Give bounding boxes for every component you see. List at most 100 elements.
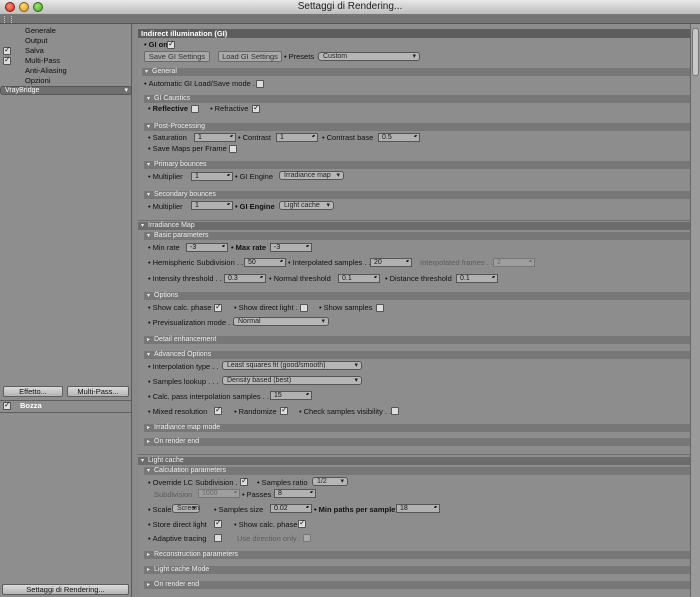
intensity-threshold-input[interactable]: 0.3 [224,274,266,283]
sidebar-item-generale[interactable]: Generale [0,26,132,36]
gi-on-checkbox[interactable] [167,39,175,49]
group-irradiance-map-mode[interactable]: Irradiance map mode [144,424,690,432]
show-direct-light-checkbox[interactable] [300,304,308,312]
min-rate-input[interactable]: -3 [186,243,228,252]
grip-handle-icon[interactable] [4,16,12,23]
reflective-checkbox[interactable] [191,105,199,113]
adaptive-tracing-checkbox[interactable] [214,534,222,542]
show-calc-phase-label: Show calc. phase [148,303,211,312]
sidebar-item-output[interactable]: Output [0,36,132,46]
check-samples-visibility-checkbox[interactable] [391,407,399,415]
save-gi-settings-button[interactable]: Save GI Settings [144,51,210,62]
preset-label: Bozza [20,401,42,410]
effect-button[interactable]: Effetto... [3,386,63,397]
previsualization-mode-select[interactable]: Normal [233,317,329,326]
interpolation-type-select[interactable]: Least squares fit (good/smooth) [222,361,362,370]
group-secondary-bounces[interactable]: Secondary bounces [144,191,690,199]
section-irradiance-map[interactable]: Irradiance Map [138,222,690,230]
group-reconstruction-parameters[interactable]: Reconstruction parameters [144,551,690,559]
primary-gi-engine-select[interactable]: Irradiance map [279,171,344,180]
sidebar-item-multi-pass[interactable]: Multi-Pass [0,55,132,66]
secondary-multiplier-input[interactable]: 1 [191,201,233,210]
vertical-scrollbar[interactable] [690,24,700,597]
presets-select[interactable]: Custom [318,52,420,61]
render-settings-button[interactable]: Settaggi di Rendering... [2,584,129,595]
min-paths-per-sample-input[interactable]: 18 [396,504,440,513]
reflective-label: Reflective [148,104,188,113]
sidebar-item-salva[interactable]: Salva [0,45,132,56]
sidebar-item-anti-aliasing[interactable]: Anti-Aliasing [0,66,132,76]
saturation-input[interactable]: 1 [194,133,236,142]
sidebar-item-label: Salva [25,46,44,55]
show-samples-checkbox[interactable] [376,304,384,312]
window-title: Settaggi di Rendering... [297,1,403,12]
samples-size-label: Samples size [214,505,263,514]
primary-multiplier-input[interactable]: 1 [191,172,233,181]
primary-gi-engine-label: GI Engine [235,172,273,181]
save-maps-checkbox[interactable] [229,145,237,153]
presets-label: Presets [284,52,314,61]
sidebar-item-opzioni[interactable]: Opzioni [0,76,132,86]
lc-show-calc-phase-checkbox[interactable] [298,518,306,528]
salva-checkbox[interactable] [3,45,11,55]
saturation-label: Saturation [148,133,187,142]
samples-size-input[interactable]: 0.02 [270,504,312,513]
preset-checkbox[interactable] [3,400,11,410]
max-rate-input[interactable]: -3 [270,243,312,252]
secondary-multiplier-label: Multiplier [148,202,183,211]
auto-load-label: Automatic GI Load/Save mode . . [144,79,259,88]
override-lc-subdivision-checkbox[interactable] [240,476,248,486]
group-primary-bounces[interactable]: Primary bounces [144,161,690,169]
override-lc-subdivision-label: Override LC Subdivision . . [148,478,242,487]
interpolated-frames-input: 2 [493,258,535,267]
auto-load-checkbox[interactable] [256,80,264,88]
sidebar-item-label: VrayBridge [5,87,40,94]
multi-pass-checkbox[interactable] [3,55,11,65]
section-light-cache[interactable]: Light cache [138,457,690,465]
scrollbar-thumb[interactable] [692,28,699,76]
samples-ratio-select[interactable]: 1/2 [312,477,348,486]
scale-select[interactable]: Screen [172,504,200,513]
check-samples-visibility-label: Check samples visibility . . [299,407,391,416]
passes-input[interactable]: 8 [274,489,316,498]
sidebar-item-label: Generale [25,26,56,35]
group-light-cache-mode[interactable]: Light cache Mode [144,566,690,574]
group-post-processing[interactable]: Post-Processing [144,123,690,131]
group-lc-on-render-end[interactable]: On render end [144,581,690,589]
distance-threshold-input[interactable]: 0.1 [456,274,498,283]
sidebar-item-vraybridge[interactable]: VrayBridge [0,86,132,95]
contrast-input[interactable]: 1 [276,133,318,142]
adaptive-tracing-label: Adaptive tracing [148,534,206,543]
store-direct-light-checkbox[interactable] [214,518,222,528]
mixed-resolution-checkbox[interactable] [214,405,222,415]
load-gi-settings-button[interactable]: Load GI Settings [218,51,282,62]
refractive-checkbox[interactable] [252,103,260,113]
subdivision-label: Subdivision [154,490,193,499]
interpolated-samples-label: Interpolated samples . . [288,258,371,267]
show-samples-label: Show samples [319,303,372,312]
contrast-base-input[interactable]: 0.5 [378,133,420,142]
lc-show-calc-phase-label: Show calc. phase [234,520,297,529]
multi-pass-button[interactable]: Multi-Pass... [67,386,129,397]
normal-threshold-input[interactable]: 0.1 [338,274,380,283]
group-basic-parameters[interactable]: Basic parameters [144,232,690,240]
section-header-gi[interactable]: Indirect illumination (GI) [138,29,690,38]
calc-pass-interpolation-input[interactable]: 15 [270,391,312,400]
preset-row[interactable]: Bozza [0,400,132,411]
group-calculation-parameters[interactable]: Calculation parameters [144,467,690,475]
group-advanced-options[interactable]: Advanced Options [144,351,690,359]
secondary-gi-engine-select[interactable]: Light cache [279,201,334,210]
show-calc-phase-checkbox[interactable] [214,302,222,312]
group-gi-caustics[interactable]: GI Caustics [144,95,690,103]
group-irradiance-on-render-end[interactable]: On render end [144,438,690,446]
interpolated-frames-label: Interpolated frames . . [420,258,493,267]
group-options[interactable]: Options [144,292,690,300]
group-detail-enhancement[interactable]: Detail enhancement [144,336,690,344]
randomize-checkbox[interactable] [280,405,288,415]
samples-lookup-select[interactable]: Density based (best) [222,376,362,385]
samples-ratio-label: Samples ratio [257,478,308,487]
hemispheric-subdivision-input[interactable]: 50 [244,258,286,267]
previsualization-mode-label: Previsualization mode . . [148,318,234,327]
group-general[interactable]: General [142,68,690,76]
interpolated-samples-input[interactable]: 20 [370,258,412,267]
